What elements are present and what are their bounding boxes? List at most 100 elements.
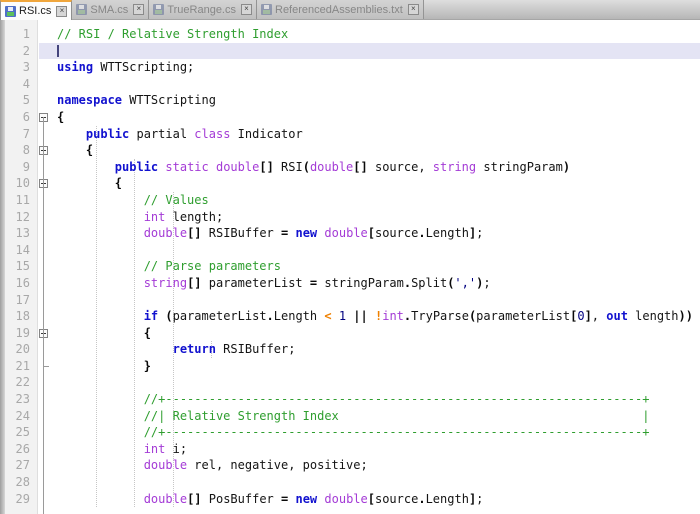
token-ty: double: [324, 226, 368, 241]
token-pl: parameterList: [172, 309, 267, 324]
tab-label: SMA.cs: [90, 3, 129, 16]
code-line[interactable]: double[] RSIBuffer = new double[source.L…: [57, 225, 700, 242]
code-line[interactable]: }: [57, 358, 700, 375]
tab-close-button[interactable]: ×: [407, 4, 419, 15]
code-line[interactable]: namespace WTTScripting: [57, 92, 700, 109]
token-br: []: [187, 491, 202, 506]
token-ty: double: [215, 159, 260, 174]
token-pl: RSIBuffer;: [215, 342, 296, 357]
code-line[interactable]: int length;: [57, 209, 700, 226]
code-line[interactable]: if (parameterList.Length < 1 || !int.Try…: [57, 308, 700, 325]
token-pl: ,: [591, 309, 607, 324]
token-cm: // Parse parameters: [143, 259, 281, 274]
tab-close-button[interactable]: ×: [241, 4, 252, 15]
tab-rsi-cs[interactable]: RSI.cs ×: [0, 0, 73, 20]
token-br: .: [418, 226, 426, 241]
code-line[interactable]: {: [57, 175, 700, 192]
tab-truerange-cs[interactable]: TrueRange.cs ×: [149, 0, 257, 19]
token-nm: 0: [577, 309, 585, 324]
line-number: 15: [15, 259, 30, 274]
code-line[interactable]: double[] PosBuffer = new double[source.L…: [57, 491, 700, 508]
token-br: ||: [353, 309, 368, 324]
code-line[interactable]: // Values: [57, 192, 700, 209]
token-pl: partial: [129, 126, 195, 141]
code-line[interactable]: //+-------------------------------------…: [57, 424, 700, 441]
code-line[interactable]: int i;: [57, 441, 700, 458]
token-br: []: [187, 226, 202, 241]
tab-close-button[interactable]: ×: [133, 4, 145, 15]
line-number: 11: [15, 192, 30, 207]
code-editor-window: RSI.cs × SMA.cs × TrueRange.cs × ReferencedAss…: [0, 0, 700, 514]
line-number: 2: [22, 43, 30, 58]
code-line[interactable]: public partial class Indicator: [57, 126, 700, 143]
fold-connector-line: [43, 117, 44, 514]
code-line[interactable]: [57, 474, 700, 491]
code-line[interactable]: [57, 43, 700, 60]
token-pl: i;: [165, 441, 188, 456]
token-ty: double: [324, 491, 368, 506]
line-number: 7: [22, 126, 30, 141]
code-line[interactable]: [57, 76, 700, 93]
token-br: ]: [584, 309, 592, 324]
code-line[interactable]: //| Relative Strength Index |: [57, 408, 700, 425]
token-pl: PosBuffer: [201, 491, 281, 506]
token-br: {: [57, 109, 65, 124]
token-br: []: [259, 159, 274, 174]
tab-close-button[interactable]: ×: [56, 5, 68, 17]
editor-area[interactable]: 1 2 3 4 5 6 7 8 9 10 11 12 13 14 15 16 17 18 19 20 21 22 23 24 2…: [0, 20, 700, 514]
line-number: 14: [15, 242, 30, 257]
code-line[interactable]: public static double[] RSI(double[] sour…: [57, 159, 700, 176]
line-number: 29: [15, 491, 30, 506]
token-br: .: [266, 309, 274, 324]
token-br: []: [187, 275, 202, 290]
tab-referencedassemblies-txt[interactable]: ReferencedAssemblies.txt ×: [257, 0, 424, 19]
token-br: {: [143, 325, 151, 340]
token-pl: RSI: [273, 159, 303, 174]
code-line[interactable]: [57, 292, 700, 309]
token-ty: static: [165, 159, 209, 174]
token-ty: double: [309, 159, 354, 174]
code-line[interactable]: {: [57, 142, 700, 159]
line-number: 8: [22, 143, 30, 158]
code-line[interactable]: [57, 242, 700, 259]
token-ty: double: [143, 491, 188, 506]
code-line[interactable]: {: [57, 109, 700, 126]
token-br: (: [302, 159, 310, 174]
code-line[interactable]: // Parse parameters: [57, 258, 700, 275]
code-line[interactable]: // RSI / Relative Strength Index: [57, 26, 700, 43]
code-line[interactable]: return RSIBuffer;: [57, 341, 700, 358]
code-text-area[interactable]: // RSI / Relative Strength Index using WT…: [56, 20, 700, 514]
token-pl: rel, negative, positive;: [187, 458, 368, 473]
code-line[interactable]: string[] parameterList = stringParam.Spl…: [57, 275, 700, 292]
token-pl: length: [627, 309, 679, 324]
token-pl: RSIBuffer: [201, 226, 281, 241]
token-kw: public: [114, 159, 159, 174]
code-line[interactable]: {: [57, 325, 700, 342]
code-line[interactable]: using WTTScripting;: [57, 59, 700, 76]
token-br: (: [165, 309, 173, 324]
tab-sma-cs[interactable]: SMA.cs ×: [72, 0, 150, 19]
token-cm: //+-------------------------------------…: [143, 392, 650, 407]
code-line[interactable]: [57, 374, 700, 391]
code-line[interactable]: //+-------------------------------------…: [57, 391, 700, 408]
token-pl: Length: [425, 491, 469, 506]
line-number: 20: [15, 342, 30, 357]
line-number: 21: [15, 358, 30, 373]
token-kw: if: [143, 309, 159, 324]
token-ty: string: [432, 159, 477, 174]
code-line[interactable]: double rel, negative, positive;: [57, 457, 700, 474]
token-pl: parameterList: [476, 309, 571, 324]
